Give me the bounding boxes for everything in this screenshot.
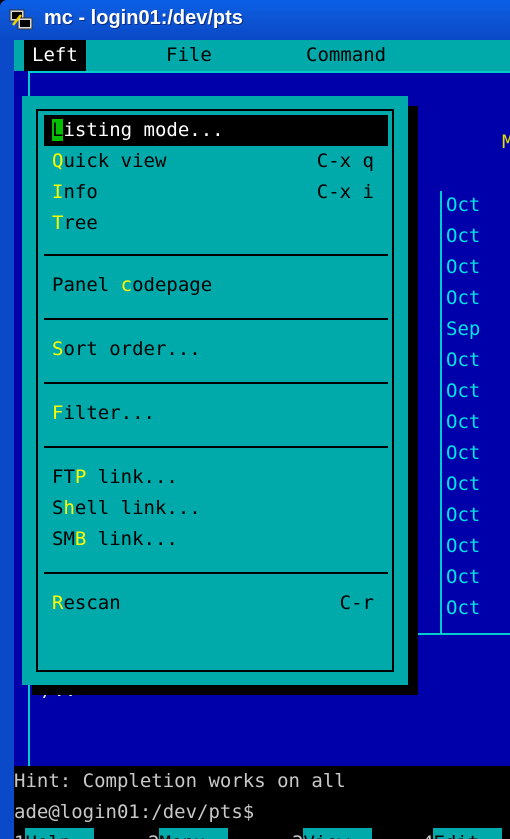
- menu-separator: [44, 254, 388, 256]
- hotkey: B: [74, 528, 87, 550]
- file-month: Oct: [446, 194, 481, 216]
- file-month: Oct: [446, 566, 481, 588]
- window-title: mc - login01:/dev/pts: [44, 7, 243, 29]
- shortcut-label: C-x i: [316, 181, 374, 203]
- menu-item-label: FT: [52, 466, 75, 488]
- hotkey: Q: [52, 150, 64, 172]
- fkey-edit[interactable]: 4Edit: [422, 828, 503, 839]
- hotkey: I: [52, 181, 64, 203]
- menu-item-label: link...: [86, 466, 178, 488]
- hotkey: T: [52, 212, 64, 234]
- shortcut-label: C-r: [339, 592, 374, 614]
- file-month: Oct: [446, 597, 481, 619]
- menu-separator: [44, 382, 388, 384]
- menu-left[interactable]: Left: [24, 40, 86, 71]
- panel-border-top: [28, 71, 510, 73]
- file-month: Oct: [446, 349, 481, 371]
- file-month: Oct: [446, 473, 481, 495]
- menu-item-label: escan: [63, 592, 121, 614]
- fkey-help[interactable]: 1Help: [14, 828, 95, 839]
- file-month: Oct: [446, 535, 481, 557]
- function-key-bar: 1Help 2Menu 3View 4Edit: [14, 828, 510, 839]
- file-month: Oct: [446, 442, 481, 464]
- fkey-label: Edit: [433, 828, 503, 839]
- menu-item-label: ort order...: [63, 338, 201, 360]
- hotkey: R: [52, 592, 64, 614]
- file-month: Oct: [446, 380, 481, 402]
- menu-item-filter[interactable]: Filter...: [52, 398, 388, 429]
- window-frame: [0, 40, 14, 839]
- menu-command[interactable]: Command: [306, 40, 386, 71]
- hint-line: Hint: Completion works on all: [14, 770, 346, 792]
- fkey-number: 3: [292, 832, 303, 839]
- panel-column-divider: [440, 191, 442, 633]
- file-month: Sep: [446, 318, 481, 340]
- menu-item-label: link...: [86, 528, 178, 550]
- fkey-number: 4: [422, 832, 433, 839]
- menu-item-sort-order[interactable]: Sort order...: [52, 334, 388, 365]
- menu-item-shell-link[interactable]: Shell link...: [52, 493, 388, 524]
- hotkey: c: [120, 274, 133, 296]
- menu-file[interactable]: File: [166, 40, 212, 71]
- file-month: Oct: [446, 504, 481, 526]
- hotkey: F: [52, 402, 64, 424]
- shortcut-label: C-x q: [316, 150, 374, 172]
- file-month: Oct: [446, 287, 481, 309]
- menu-item-label: S: [52, 497, 64, 519]
- menu-separator: [44, 318, 388, 320]
- fkey-view[interactable]: 3View: [292, 828, 373, 839]
- hotkey: S: [52, 338, 64, 360]
- fkey-number: 2: [148, 832, 159, 839]
- hotkey: h: [63, 497, 75, 519]
- menu-item-label: ree: [63, 212, 98, 234]
- menu-item-label: uick view: [63, 150, 167, 172]
- menu-item-ftp-link[interactable]: FTP link...: [52, 462, 388, 493]
- menu-separator: [44, 572, 388, 574]
- menu-item-smb-link[interactable]: SMB link...: [52, 524, 388, 555]
- hotkey: L: [52, 119, 64, 141]
- menu-item-label: ell link...: [74, 497, 201, 519]
- menu-item-info[interactable]: Info C-x i: [52, 177, 388, 208]
- window-titlebar[interactable]: mc - login01:/dev/pts: [0, 0, 510, 40]
- menu-item-listing-mode[interactable]: Listing mode...: [44, 115, 388, 146]
- file-month: Oct: [446, 256, 481, 278]
- putty-icon[interactable]: [9, 8, 35, 32]
- file-month: Oct: [446, 225, 481, 247]
- command-prompt[interactable]: ade@login01:/dev/pts$: [14, 797, 254, 828]
- mc-menubar: Left File Command: [14, 40, 510, 71]
- hotkey: P: [74, 466, 87, 488]
- menu-item-label: isting mode...: [63, 119, 224, 141]
- fkey-label: Menu: [159, 828, 229, 839]
- menu-item-quick-view[interactable]: Quick view C-x q: [52, 146, 388, 177]
- fkey-number: 1: [14, 832, 25, 839]
- menu-item-label: ilter...: [63, 402, 155, 424]
- menu-item-label: Panel: [52, 274, 121, 296]
- terminal[interactable]: Left File Command M R 0 1 0 1 2 3 6 8 9 …: [14, 40, 510, 839]
- left-menu-dropdown: Listing mode... Quick view C-x q Info C-x …: [22, 96, 408, 685]
- file-month: Oct: [446, 411, 481, 433]
- menu-item-label: SM: [52, 528, 75, 550]
- menu-item-rescan[interactable]: Rescan C-r: [52, 588, 388, 619]
- menu-separator: [44, 446, 388, 448]
- menu-item-tree[interactable]: Tree: [52, 208, 388, 239]
- fkey-menu[interactable]: 2Menu: [148, 828, 229, 839]
- menu-item-label: nfo: [63, 181, 98, 203]
- menu-item-panel-codepage[interactable]: Panel codepage: [52, 270, 388, 301]
- panel-header: M: [502, 131, 510, 153]
- fkey-label: Help: [25, 828, 95, 839]
- menu-item-label: odepage: [132, 274, 213, 296]
- fkey-label: View: [303, 828, 373, 839]
